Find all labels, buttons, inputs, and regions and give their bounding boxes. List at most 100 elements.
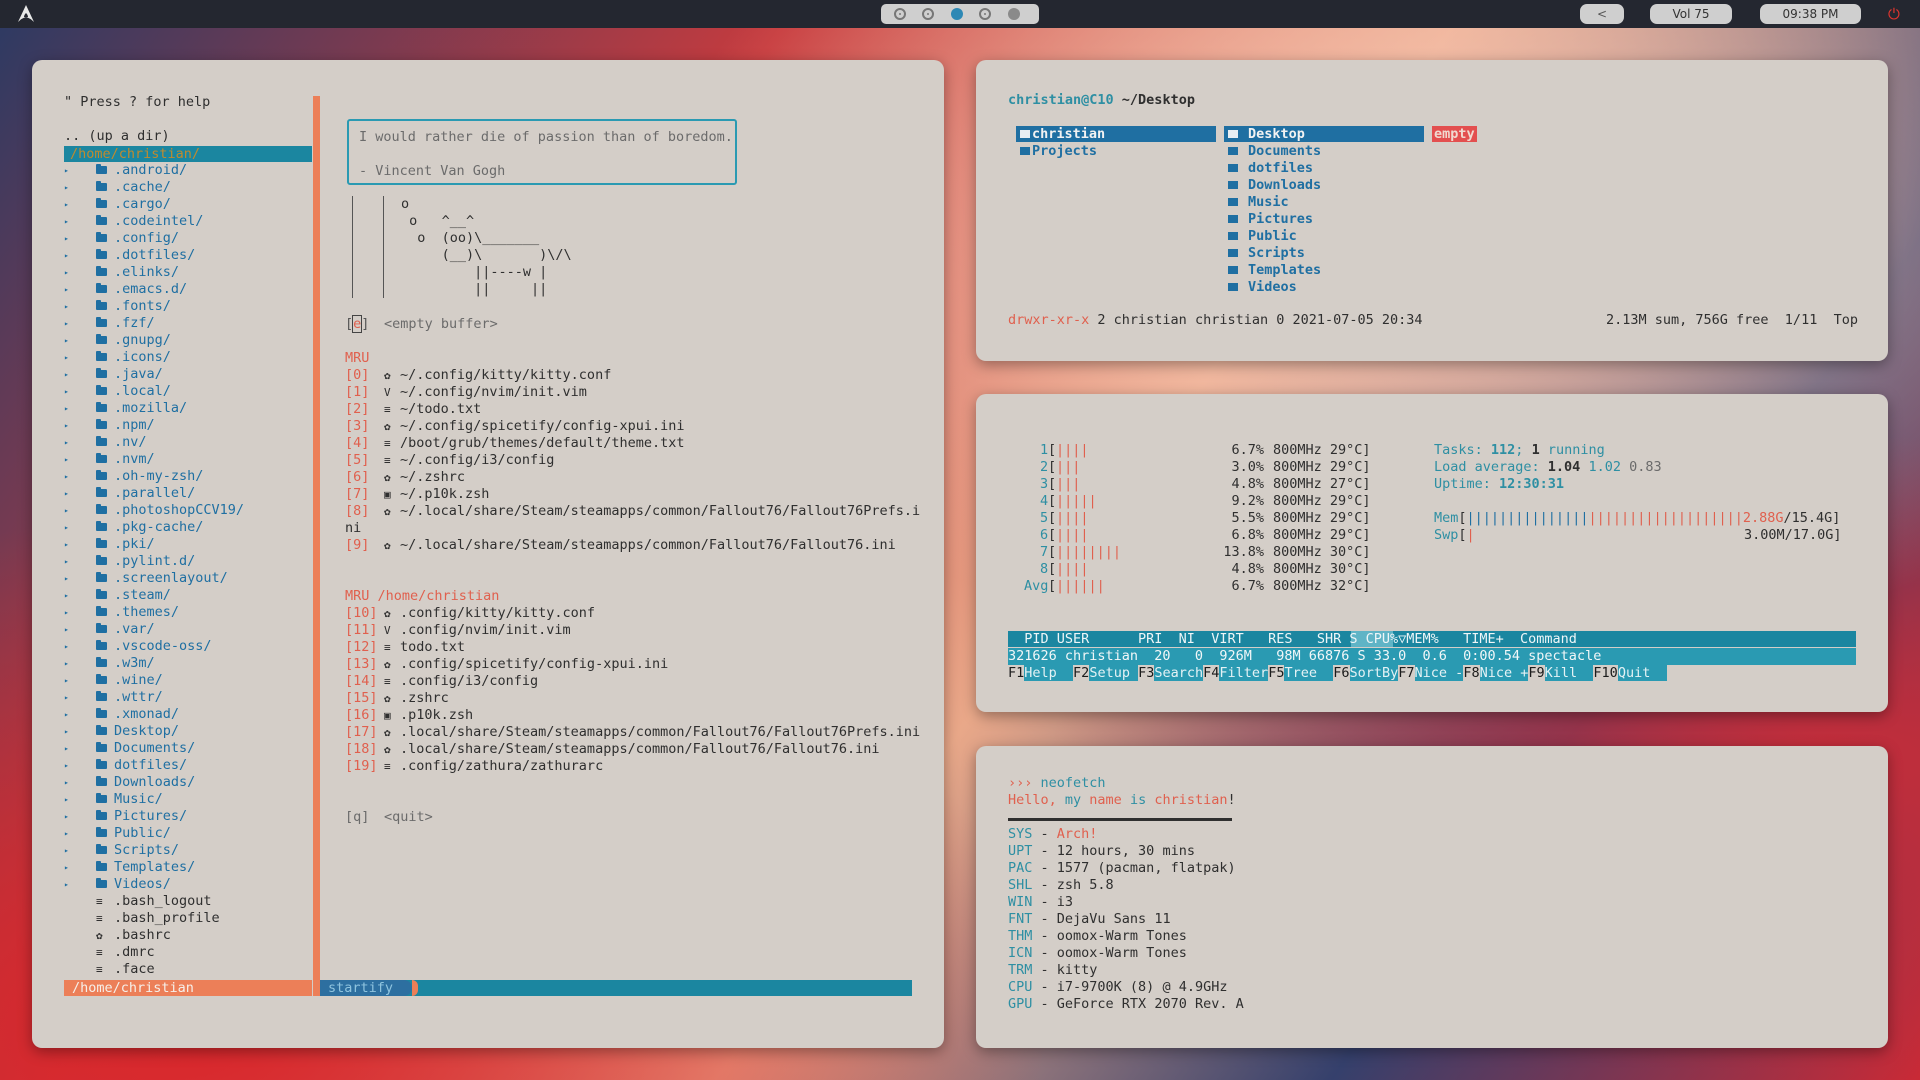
expand-arrow-icon[interactable]: ▸ (64, 264, 69, 281)
mru-path[interactable]: ~/todo.txt (400, 401, 481, 418)
ranger-current-entry[interactable]: Scripts (1248, 245, 1305, 262)
mru-key[interactable]: [9] (345, 537, 369, 554)
ranger-current-entry[interactable]: Music (1248, 194, 1289, 211)
mru-key[interactable]: [0] (345, 367, 369, 384)
nerdtree-file-row[interactable]: ≡ .dmrc (64, 944, 312, 961)
expand-arrow-icon[interactable]: ▸ (64, 825, 69, 842)
mru-key[interactable]: [2] (345, 401, 369, 418)
mru-key[interactable]: [1] (345, 384, 369, 401)
nerdtree-dir-row[interactable]: ▸ .java/ (64, 366, 312, 383)
expand-arrow-icon[interactable]: ▸ (64, 298, 69, 315)
nerdtree-dir-row[interactable]: ▸ .xmonad/ (64, 706, 312, 723)
workspace-4-icon[interactable] (979, 8, 991, 20)
expand-arrow-icon[interactable]: ▸ (64, 332, 69, 349)
expand-arrow-icon[interactable]: ▸ (64, 536, 69, 553)
expand-arrow-icon[interactable]: ▸ (64, 502, 69, 519)
nerdtree-dir-row[interactable]: ▸ .local/ (64, 383, 312, 400)
htop-fkey[interactable]: F3 (1138, 665, 1154, 681)
nerdtree-dir-row[interactable]: ▸ .pkg-cache/ (64, 519, 312, 536)
expand-arrow-icon[interactable]: ▸ (64, 247, 69, 264)
nerdtree-dir-row[interactable]: ▸ .fzf/ (64, 315, 312, 332)
nvim-window[interactable]: " Press ? for help .. (up a dir) /home/c… (32, 60, 944, 1048)
mru-dir-key[interactable]: [15] (345, 690, 378, 707)
htop-fkey[interactable]: F7 (1398, 665, 1414, 681)
nerdtree-dir-row[interactable]: ▸ .wttr/ (64, 689, 312, 706)
mru-key[interactable]: [8] (345, 503, 369, 520)
nerdtree-dir-row[interactable]: ▸ .oh-my-zsh/ (64, 468, 312, 485)
power-icon[interactable]: ⏻ (1888, 5, 1900, 23)
mru-dir-path[interactable]: .zshrc (400, 690, 449, 707)
nerdtree-dir-row[interactable]: ▸ Documents/ (64, 740, 312, 757)
nerdtree-dir-row[interactable]: ▸ Desktop/ (64, 723, 312, 740)
htop-fkey-label[interactable]: Kill (1544, 665, 1594, 681)
mru-key[interactable]: [5] (345, 452, 369, 469)
nerdtree-file-row[interactable]: ✿ .bashrc (64, 927, 312, 944)
startify-empty-key[interactable]: [e] (345, 315, 369, 333)
nerdtree-dir-row[interactable]: ▸ .screenlayout/ (64, 570, 312, 587)
mru-dir-path[interactable]: .p10k.zsh (400, 707, 473, 724)
htop-fkey[interactable]: F5 (1268, 665, 1284, 681)
expand-arrow-icon[interactable]: ▸ (64, 196, 69, 213)
nerdtree-dir-row[interactable]: ▸ .parallel/ (64, 485, 312, 502)
ranger-current-entry[interactable]: Downloads (1248, 177, 1321, 194)
arch-logo-icon[interactable] (16, 4, 36, 24)
nerdtree-dir-row[interactable]: ▸ .cargo/ (64, 196, 312, 213)
expand-arrow-icon[interactable]: ▸ (64, 315, 69, 332)
expand-arrow-icon[interactable]: ▸ (64, 842, 69, 859)
nerdtree-dir-row[interactable]: ▸ Videos/ (64, 876, 312, 893)
expand-arrow-icon[interactable]: ▸ (64, 383, 69, 400)
expand-arrow-icon[interactable]: ▸ (64, 774, 69, 791)
expand-arrow-icon[interactable]: ▸ (64, 706, 69, 723)
htop-fkey[interactable]: F6 (1333, 665, 1349, 681)
expand-arrow-icon[interactable]: ▸ (64, 434, 69, 451)
nerdtree-dir-row[interactable]: ▸ .icons/ (64, 349, 312, 366)
mru-dir-key[interactable]: [10] (345, 605, 378, 622)
mru-dir-key[interactable]: [17] (345, 724, 378, 741)
nerdtree-dir-row[interactable]: ▸ .pki/ (64, 536, 312, 553)
mru-dir-path[interactable]: .local/share/Steam/steamapps/common/Fall… (400, 724, 920, 741)
htop-fkey-label[interactable]: Setup (1089, 665, 1139, 681)
ranger-current-entry[interactable]: Public (1248, 228, 1297, 245)
mru-dir-key[interactable]: [16] (345, 707, 378, 724)
htop-fkey[interactable]: F1 (1008, 665, 1024, 681)
nerdtree-dir-row[interactable]: ▸ .fonts/ (64, 298, 312, 315)
expand-arrow-icon[interactable]: ▸ (64, 468, 69, 485)
nerdtree-dir-row[interactable]: ▸ .android/ (64, 162, 312, 179)
expand-arrow-icon[interactable]: ▸ (64, 876, 69, 893)
nerdtree-dir-row[interactable]: ▸ .mozilla/ (64, 400, 312, 417)
nerdtree-dir-row[interactable]: ▸ .config/ (64, 230, 312, 247)
ranger-current-entry[interactable]: dotfiles (1248, 160, 1313, 177)
nerdtree-dir-row[interactable]: ▸ Scripts/ (64, 842, 312, 859)
mru-path[interactable]: ~/.config/spicetify/config-xpui.ini (400, 418, 684, 435)
nerdtree-dir-row[interactable]: ▸ Public/ (64, 825, 312, 842)
nerdtree-file-row[interactable]: ≡ .face (64, 961, 312, 978)
htop-table-header[interactable]: PID USER PRI NI VIRT RES SHR S CPU%▽MEM%… (1008, 631, 1856, 647)
nerdtree-dir-row[interactable]: ▸ .var/ (64, 621, 312, 638)
mru-dir-key[interactable]: [14] (345, 673, 378, 690)
expand-arrow-icon[interactable]: ▸ (64, 621, 69, 638)
nerdtree-dir-row[interactable]: ▸ .pylint.d/ (64, 553, 312, 570)
mru-path[interactable]: ~/.p10k.zsh (400, 486, 489, 503)
nerdtree-dir-row[interactable]: ▸ .nv/ (64, 434, 312, 451)
expand-arrow-icon[interactable]: ▸ (64, 519, 69, 536)
htop-fkey-label[interactable]: SortBy (1349, 665, 1399, 681)
nerdtree-dir-row[interactable]: ▸ .vscode-oss/ (64, 638, 312, 655)
nerdtree-dir-row[interactable]: ▸ Downloads/ (64, 774, 312, 791)
volume-indicator[interactable]: Vol 75 (1650, 4, 1732, 24)
expand-arrow-icon[interactable]: ▸ (64, 230, 69, 247)
htop-fkey-label[interactable]: Nice - (1414, 665, 1464, 681)
ranger-current-entry[interactable]: Templates (1248, 262, 1321, 279)
startify-quit[interactable]: <quit> (384, 809, 433, 826)
mru-dir-path[interactable]: .config/nvim/init.vim (400, 622, 571, 639)
mru-dir-key[interactable]: [18] (345, 741, 378, 758)
expand-arrow-icon[interactable]: ▸ (64, 791, 69, 808)
mru-dir-path[interactable]: .local/share/Steam/steamapps/common/Fall… (400, 741, 880, 758)
expand-arrow-icon[interactable]: ▸ (64, 570, 69, 587)
htop-fkey[interactable]: F8 (1463, 665, 1479, 681)
mru-path[interactable]: ~/.config/kitty/kitty.conf (400, 367, 611, 384)
mru-path[interactable]: ~/.local/share/Steam/steamapps/common/Fa… (400, 537, 896, 554)
mru-dir-key[interactable]: [19] (345, 758, 378, 775)
mru-dir-key[interactable]: [12] (345, 639, 378, 656)
expand-arrow-icon[interactable]: ▸ (64, 281, 69, 298)
nerdtree-dir-row[interactable]: ▸ .elinks/ (64, 264, 312, 281)
